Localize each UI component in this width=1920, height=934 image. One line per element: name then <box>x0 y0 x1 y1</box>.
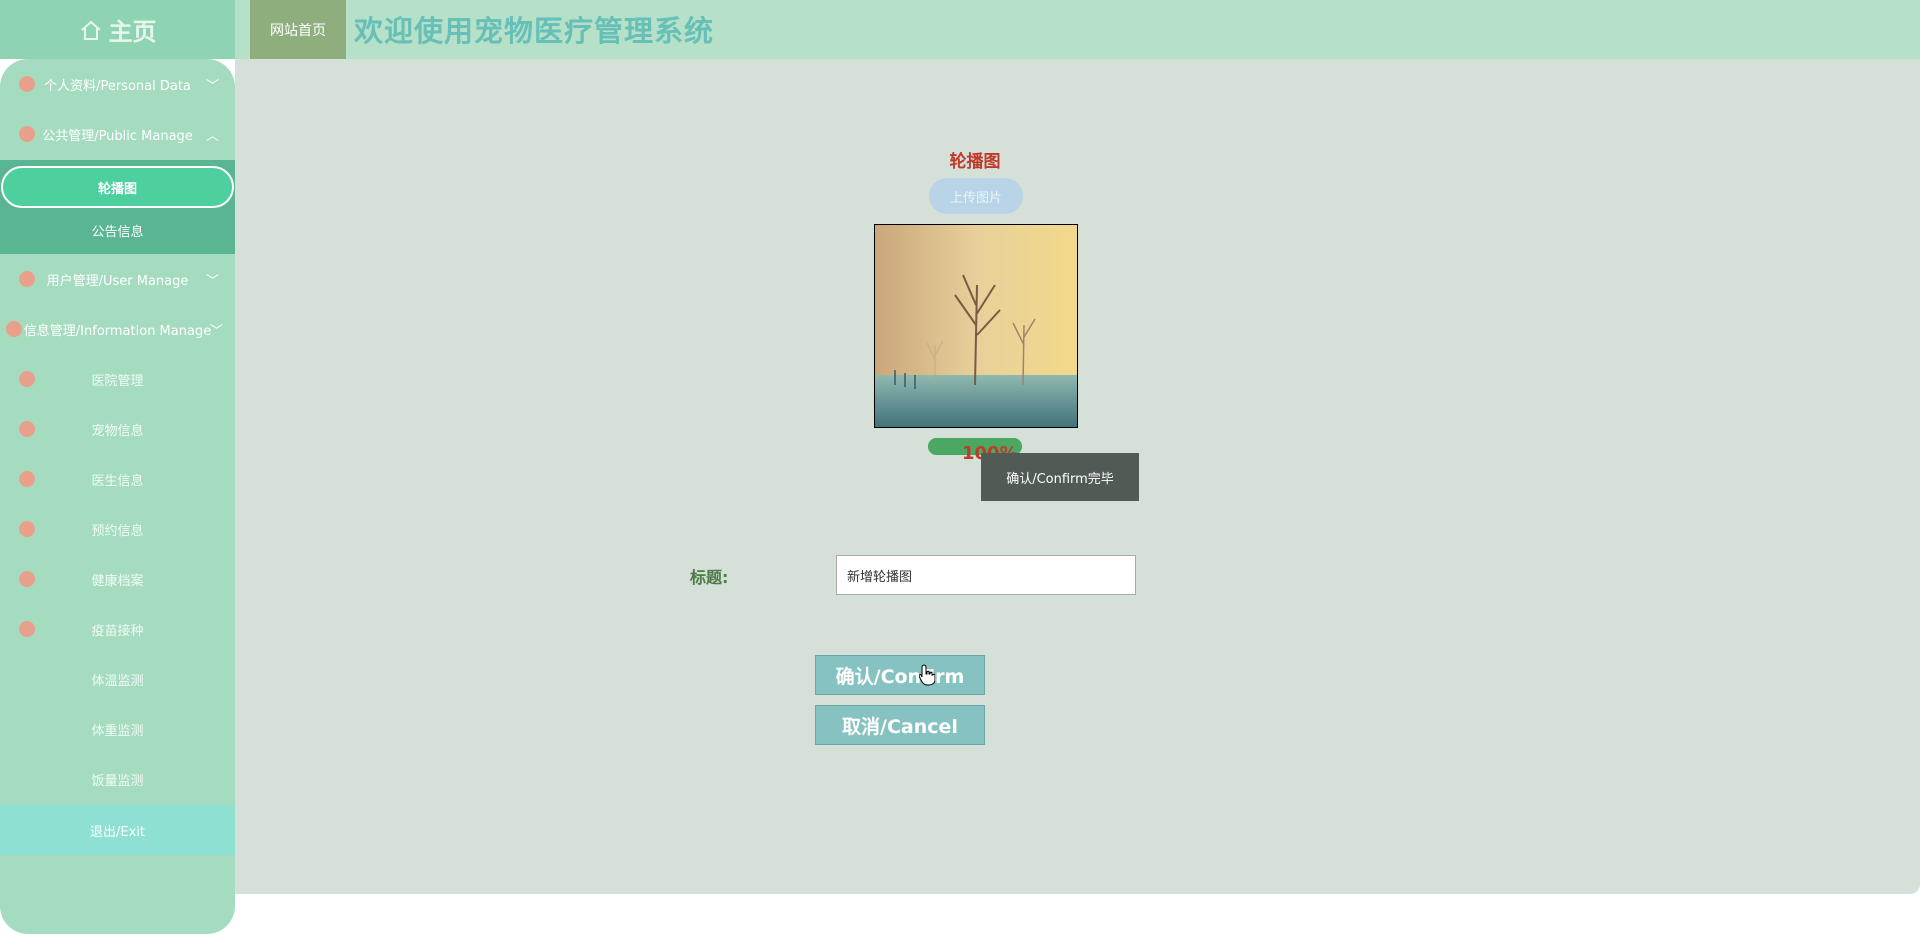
home-logo[interactable]: 主页 <box>0 0 235 59</box>
sidebar-item-hospital-label: 医院管理 <box>91 373 144 389</box>
cancel-button[interactable]: 取消/Cancel <box>815 705 985 745</box>
sidebar-item-public[interactable]: 公共管理/Public Manage ︿ <box>0 109 235 159</box>
sidebar-item-weight[interactable]: 体重监测 <box>0 704 235 754</box>
site-title: 欢迎使用宠物医疗管理系统 <box>354 14 715 48</box>
home-logo-label: 主页 <box>108 18 157 46</box>
sidebar-item-health[interactable]: 健康档案 <box>0 554 235 604</box>
sidebar-item-information[interactable]: 信息管理/Information Manage ﹀ <box>0 304 235 354</box>
chevron-down-icon: ﹀ <box>205 273 219 289</box>
image-preview <box>874 224 1078 428</box>
sidebar-item-vaccine[interactable]: 疫苗接种 <box>0 604 235 654</box>
user-icon <box>19 271 35 287</box>
chat-icon <box>19 471 35 487</box>
sidebar-item-vaccine-label: 疫苗接种 <box>91 623 144 639</box>
sidebar-item-personal-label: 个人资料/Personal Data <box>44 78 191 94</box>
document-icon <box>19 571 35 587</box>
sidebar-item-appointment-label: 预约信息 <box>91 523 144 539</box>
sidebar-item-information-label: 信息管理/Information Manage <box>23 323 212 339</box>
message-icon <box>19 521 35 537</box>
top-bar: 主页 网站首页 欢迎使用宠物医疗管理系统 <box>0 0 1920 59</box>
chevron-down-icon: ﹀ <box>205 78 219 94</box>
sidebar-item-weight-label: 体重监测 <box>91 723 144 739</box>
sidebar-item-public-label: 公共管理/Public Manage <box>42 128 193 144</box>
sidebar-item-health-label: 健康档案 <box>91 573 144 589</box>
sidebar-item-user[interactable]: 用户管理/User Manage ﹀ <box>0 254 235 304</box>
sidebar-item-appointment[interactable]: 预约信息 <box>0 504 235 554</box>
home-icon <box>80 20 101 40</box>
sidebar-item-pet[interactable]: 宠物信息 <box>0 404 235 454</box>
gamepad-icon <box>19 621 35 637</box>
sidebar-item-temperature-label: 体温监测 <box>91 673 144 689</box>
flag-icon <box>19 76 35 92</box>
title-field-label: 标题: <box>690 568 729 587</box>
preview-image <box>875 225 1077 427</box>
sidebar-item-user-label: 用户管理/User Manage <box>46 273 189 289</box>
sidebar-item-exit[interactable]: 退出/Exit <box>0 805 235 855</box>
upload-complete-tooltip: 确认/Confirm完毕 <box>981 453 1139 501</box>
hand-cursor-icon <box>919 664 935 686</box>
book-icon <box>6 321 22 337</box>
group-icon <box>19 126 35 142</box>
chevron-down-icon: ﹀ <box>209 323 223 339</box>
sidebar-item-temperature[interactable]: 体温监测 <box>0 654 235 704</box>
sidebar-item-doctor[interactable]: 医生信息 <box>0 454 235 504</box>
navigation-icon <box>19 421 35 437</box>
sidebar-item-pet-label: 宠物信息 <box>91 423 144 439</box>
confirm-button[interactable]: 确认/Confirm <box>815 655 985 695</box>
sidebar-item-notice[interactable]: 公告信息 <box>0 209 235 251</box>
sidebar-item-food[interactable]: 饭量监测 <box>0 754 235 804</box>
location-icon <box>19 371 35 387</box>
sidebar: 个人资料/Personal Data ﹀ 公共管理/Public Manage … <box>0 59 235 934</box>
sidebar-item-hospital[interactable]: 医院管理 <box>0 354 235 404</box>
section-title: 轮播图 <box>949 152 1001 172</box>
sidebar-item-personal[interactable]: 个人资料/Personal Data ﹀ <box>0 59 235 109</box>
sidebar-item-carousel[interactable]: 轮播图 <box>1 166 234 208</box>
title-field[interactable] <box>836 555 1136 595</box>
sidebar-item-food-label: 饭量监测 <box>91 773 144 789</box>
upload-image-button[interactable]: 上传图片 <box>929 178 1023 214</box>
nav-home-button[interactable]: 网站首页 <box>250 0 346 59</box>
chevron-up-icon: ︿ <box>205 128 219 144</box>
sidebar-item-doctor-label: 医生信息 <box>91 473 144 489</box>
